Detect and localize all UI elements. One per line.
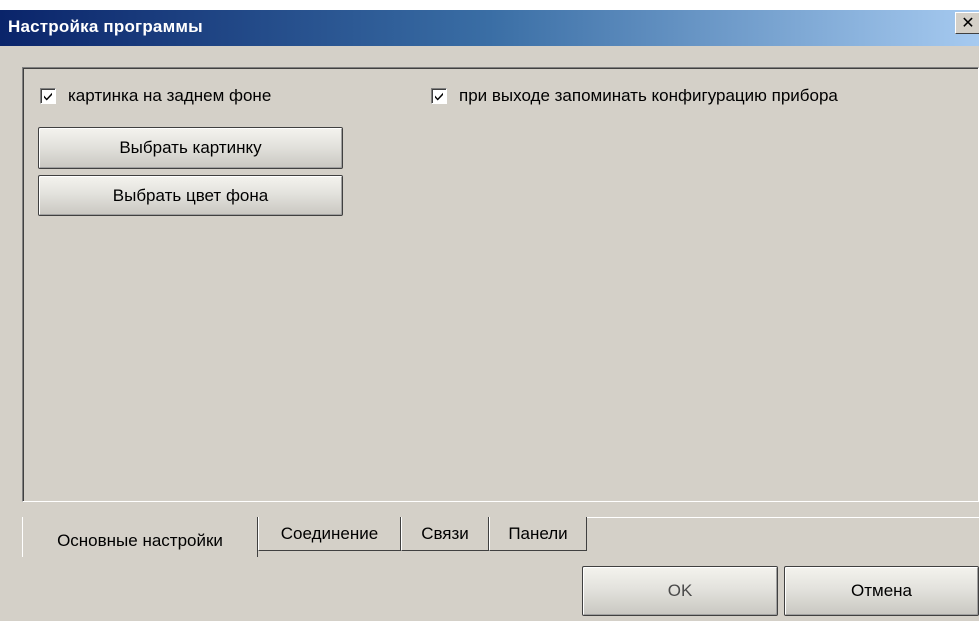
choose-bg-color-button[interactable]: Выбрать цвет фона bbox=[38, 175, 343, 216]
checkmark-icon bbox=[435, 92, 443, 101]
remember-config-label: при выходе запоминать конфигурацию прибо… bbox=[459, 86, 838, 105]
tab-connection[interactable]: Соединение bbox=[258, 517, 401, 551]
title-bar[interactable]: Настройка программы bbox=[0, 10, 979, 46]
close-icon: ✕ bbox=[961, 15, 975, 32]
choose-image-button[interactable]: Выбрать картинку bbox=[38, 127, 343, 169]
ok-label: OK bbox=[667, 581, 693, 600]
window-title: Настройка программы bbox=[8, 17, 203, 36]
close-button[interactable]: ✕ bbox=[955, 12, 979, 34]
ok-button[interactable]: OK bbox=[582, 566, 778, 616]
checkmark-icon bbox=[44, 92, 52, 101]
bg-image-option[interactable]: картинка на заднем фоне bbox=[40, 86, 271, 106]
tab-links[interactable]: Связи bbox=[401, 517, 489, 551]
bg-image-label: картинка на заднем фоне bbox=[68, 86, 272, 105]
tab-general[interactable]: Основные настройки bbox=[22, 517, 258, 557]
bg-image-checkbox[interactable] bbox=[40, 88, 56, 104]
remember-config-checkbox[interactable] bbox=[431, 88, 447, 104]
remember-config-option[interactable]: при выходе запоминать конфигурацию прибо… bbox=[431, 86, 838, 106]
tab-panels[interactable]: Панели bbox=[489, 517, 587, 551]
cancel-button[interactable]: Отмена bbox=[784, 566, 979, 616]
